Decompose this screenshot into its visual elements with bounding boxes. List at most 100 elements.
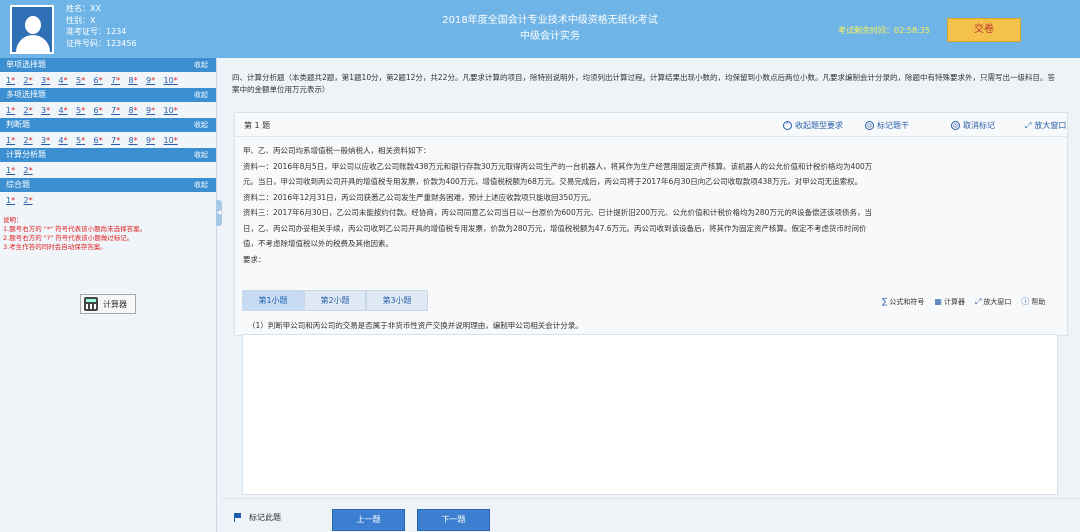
answer-toolbar: ∑ 公式和符号 ▦ 计算器 ⤢ 放大窗口 ⓘ 帮助: [872, 296, 1045, 307]
notes-line: 3.考生作答的同时会自动保存答案。: [3, 243, 107, 251]
question-number-link[interactable]: 10*: [164, 106, 182, 115]
candidate-name: 姓名：XX: [66, 4, 101, 13]
unmark-button[interactable]: ◎ 取消标记: [951, 120, 995, 131]
question-number-list: 1* 2*: [0, 192, 216, 208]
question-number-link[interactable]: 2*: [24, 136, 42, 145]
question-number-link[interactable]: 9*: [146, 76, 164, 85]
question-number-link[interactable]: 1*: [6, 136, 24, 145]
question-number-link[interactable]: 6*: [94, 106, 112, 115]
question-number-link[interactable]: 6*: [94, 136, 112, 145]
question-number-link[interactable]: 6*: [94, 76, 112, 85]
question-line: 值，不考虑除增值税以外的税费及其他因素。: [243, 239, 393, 248]
question-line: 元。当日，甲公司收到丙公司开具的增值税专用发票，价款为400万元，增值税税额为6…: [243, 177, 863, 186]
tab-sub-question-1[interactable]: 第1小题: [242, 290, 304, 311]
exam-title-block: 2018年度全国会计专业技术中级资格无纸化考试 中级会计实务: [400, 13, 700, 45]
tool-label: 标记题干: [877, 121, 909, 130]
sigma-icon: ∑: [882, 297, 888, 306]
tab-sub-question-3[interactable]: 第3小题: [366, 290, 428, 311]
section-title: 单项选择题: [6, 60, 46, 69]
section-title: 多项选择题: [6, 90, 46, 99]
calculator-icon: [84, 297, 98, 311]
footer-bar: 标记此题 上一题 下一题: [222, 498, 1080, 532]
question-number-link[interactable]: 1*: [6, 106, 24, 115]
unmark-icon: ◎: [951, 121, 960, 130]
help-button[interactable]: ⓘ 帮助: [1021, 296, 1045, 307]
question-number-link[interactable]: 4*: [59, 106, 77, 115]
section-collapse-link[interactable]: 收起: [194, 118, 208, 132]
answer-calculator-button[interactable]: ▦ 计算器: [934, 296, 965, 307]
question-number-link[interactable]: 4*: [59, 76, 77, 85]
question-number-link[interactable]: 4*: [59, 136, 77, 145]
question-number-link[interactable]: 5*: [76, 136, 94, 145]
section-collapse-link[interactable]: 收起: [194, 58, 208, 72]
question-number-link[interactable]: 8*: [129, 106, 147, 115]
question-number-link[interactable]: 2*: [24, 76, 42, 85]
section-collapse-link[interactable]: 收起: [194, 148, 208, 162]
calculator-icon: ▦: [934, 297, 942, 306]
calculator-button[interactable]: 计算器: [80, 294, 136, 314]
question-text: 甲、乙、丙公司均系增值税一般纳税人，相关资料如下： 资料一：2016年8月5日，…: [235, 137, 1067, 267]
question-number-link[interactable]: 9*: [146, 136, 164, 145]
formula-button[interactable]: ∑ 公式和符号: [882, 296, 924, 307]
question-number-link[interactable]: 10*: [164, 76, 182, 85]
collapse-requirements-button[interactable]: ⌃ 收起题型要求: [783, 120, 843, 131]
main-panel: 四、计算分析题（本类题共2题，第1题10分，第2题12分，共22分。凡要求计算的…: [222, 58, 1080, 532]
question-number-link[interactable]: 2*: [24, 166, 42, 175]
submit-button[interactable]: 交卷: [947, 18, 1021, 42]
question-number-list: 1* 2* 3* 4* 5* 6* 7* 8* 9* 10*: [0, 72, 216, 88]
answer-enlarge-button[interactable]: ⤢ 放大窗口: [975, 296, 1011, 307]
candidate-info: 姓名：XX 性别：X 准考证号：1234 证件号码：123456: [66, 3, 137, 49]
question-number-link[interactable]: 3*: [41, 106, 59, 115]
question-number-link[interactable]: 10*: [164, 136, 182, 145]
tool-label: 放大窗口: [983, 297, 1012, 306]
tab-sub-question-2[interactable]: 第2小题: [304, 290, 366, 311]
notes-line: 2.题号右方的 "?" 符号代表该小题做过标记。: [3, 234, 134, 242]
question-number-link[interactable]: 8*: [129, 136, 147, 145]
exam-title: 2018年度全国会计专业技术中级资格无纸化考试: [442, 15, 658, 26]
question-number-link[interactable]: 9*: [146, 106, 164, 115]
section-collapse-link[interactable]: 收起: [194, 178, 208, 192]
question-number-link[interactable]: 7*: [111, 136, 129, 145]
expand-icon: ⤢: [1025, 120, 1032, 130]
tool-label: 公式和符号: [889, 297, 925, 306]
section-header: 多项选择题 收起: [0, 88, 216, 102]
question-line: 甲、乙、丙公司均系增值税一般纳税人，相关资料如下：: [243, 146, 431, 155]
question-number-link[interactable]: 1*: [6, 76, 24, 85]
question-number-link[interactable]: 5*: [76, 106, 94, 115]
question-number-link[interactable]: 2*: [24, 106, 42, 115]
previous-question-button[interactable]: 上一题: [332, 509, 405, 531]
question-line: 资料一：2016年8月5日，甲公司以应收乙公司账款438万元和银行存款30万元取…: [243, 161, 873, 171]
tool-label: 放大窗口: [1034, 121, 1067, 130]
question-number-link[interactable]: 1*: [6, 196, 24, 205]
exam-header: 姓名：XX 性别：X 准考证号：1234 证件号码：123456 2018年度全…: [0, 0, 1080, 58]
next-question-button[interactable]: 下一题: [417, 509, 490, 531]
mark-label: 标记此题: [249, 513, 281, 522]
question-line: 资料三：2017年6月30日，乙公司未能按约付款。经协商，丙公司同意乙公司当日以…: [243, 208, 873, 217]
question-number-link[interactable]: 2*: [24, 196, 42, 205]
chevron-up-icon: ⌃: [783, 121, 792, 130]
question-number-link[interactable]: 7*: [111, 106, 129, 115]
flag-icon: [234, 513, 242, 522]
enlarge-window-button[interactable]: ⤢ 放大窗口: [1025, 120, 1066, 131]
answer-textarea[interactable]: [242, 334, 1058, 495]
section-title: 计算分析题: [6, 150, 46, 159]
section-title: 综合题: [6, 180, 30, 189]
notes: 说明： 1.题号右方的 "*" 符号代表该小题尚未选择答案。 2.题号右方的 "…: [0, 208, 216, 252]
question-nav-sidebar: 单项选择题 收起 1* 2* 3* 4* 5* 6* 7* 8* 9* 10* 多项选择题 收起 1* 2* 3…: [0, 58, 217, 532]
section-collapse-link[interactable]: 收起: [194, 88, 208, 102]
question-number-link[interactable]: 8*: [129, 76, 147, 85]
question-number-link[interactable]: 3*: [41, 136, 59, 145]
mark-stem-button[interactable]: ◎ 标记题干: [865, 120, 909, 131]
mark-icon: ◎: [865, 121, 874, 130]
question-number-link[interactable]: 1*: [6, 166, 24, 175]
question-number-list: 1* 2*: [0, 162, 216, 178]
question-number-link[interactable]: 3*: [41, 76, 59, 85]
tool-label: 计算器: [943, 297, 965, 306]
mark-question-button[interactable]: 标记此题: [234, 512, 281, 523]
question-number-link[interactable]: 5*: [76, 76, 94, 85]
candidate-id: 证件号码：123456: [66, 38, 137, 48]
question-line: 日，乙、丙公司办妥相关手续，丙公司收到乙公司开具的增值税专用发票，价款为280万…: [243, 223, 867, 233]
question-number-link[interactable]: 7*: [111, 76, 129, 85]
section-header: 单项选择题 收起: [0, 58, 216, 72]
section-instructions: 四、计算分析题（本类题共2题，第1题10分，第2题12分，共22分。凡要求计算的…: [232, 73, 1055, 94]
